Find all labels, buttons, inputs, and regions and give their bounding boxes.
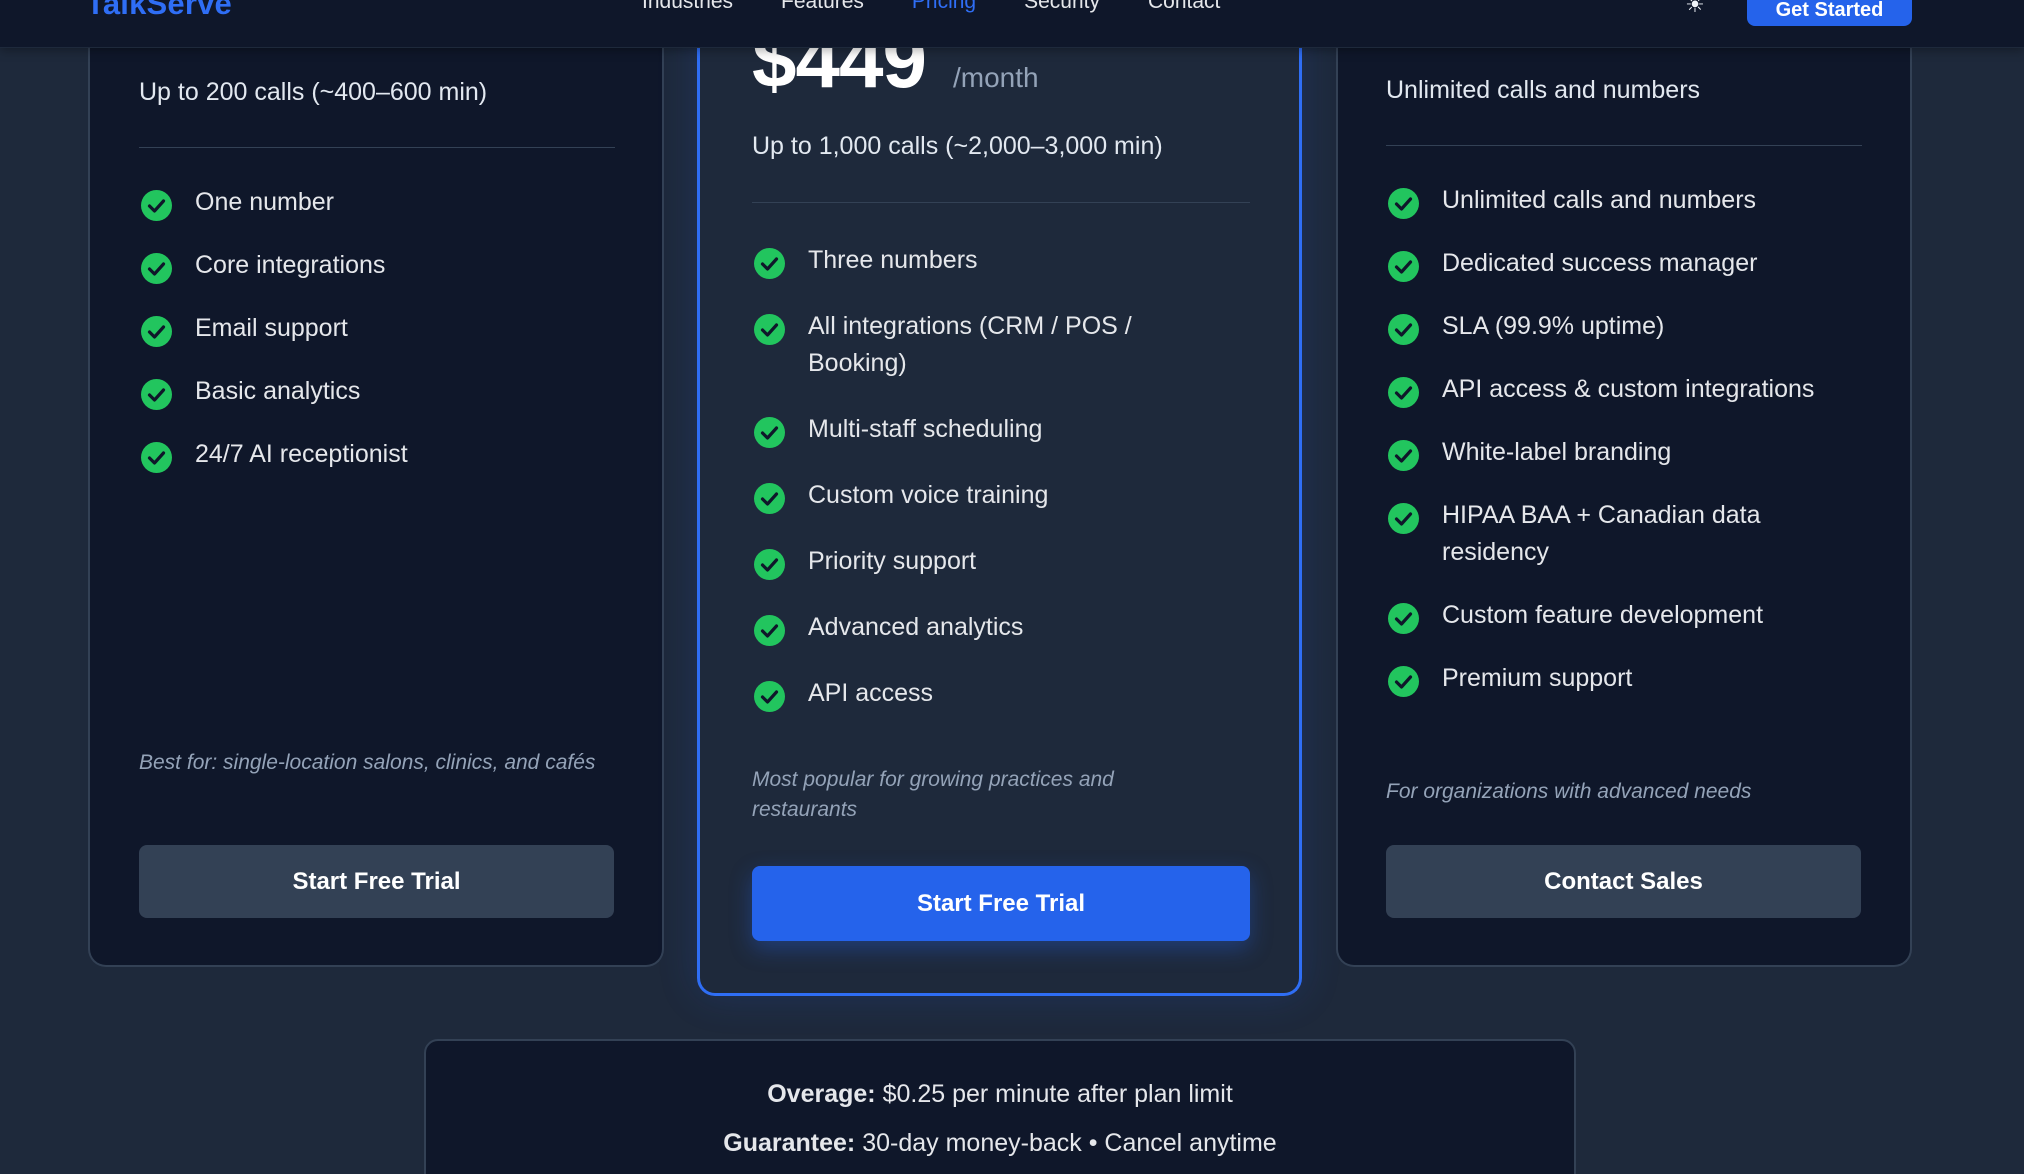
feature-item: Custom feature development: [1388, 597, 1858, 634]
best-for-note: Most popular for growing practices and r…: [752, 768, 1114, 821]
best-for-note: For organizations with advanced needs: [1386, 780, 1752, 803]
plan-card-enterprise: Unlimited calls and numbers Unlimited ca…: [1336, 0, 1912, 967]
feature-item: Unlimited calls and numbers: [1388, 182, 1858, 219]
top-navigation: TalkServe Industries Features Pricing Se…: [0, 0, 2024, 48]
sun-icon[interactable]: ☀: [1684, 0, 1706, 16]
feature-item: Premium support: [1388, 660, 1858, 697]
feature-item: SLA (99.9% uptime): [1388, 308, 1858, 345]
feature-item: 24/7 AI receptionist: [141, 436, 611, 473]
feature-item: Advanced analytics: [754, 609, 1224, 646]
check-icon: [1388, 666, 1419, 697]
feature-item: API access: [754, 675, 1224, 712]
check-icon: [754, 549, 785, 580]
check-icon: [754, 248, 785, 279]
plan-price-unit: /month: [953, 62, 1039, 93]
plan-card-starter: Up to 200 calls (~400–600 min) One numbe…: [88, 0, 664, 967]
best-for-note: Best for: single-location salons, clinic…: [139, 751, 596, 774]
guarantee-line: Guarantee: 30-day money-back • Cancel an…: [426, 1129, 1574, 1158]
check-icon: [1388, 251, 1419, 282]
start-free-trial-button[interactable]: Start Free Trial: [752, 866, 1250, 941]
guarantee-text: 30-day money-back • Cancel anytime: [862, 1129, 1277, 1157]
feature-list: Unlimited calls and numbers Dedicated su…: [1388, 182, 1858, 697]
nav-link-contact[interactable]: Contact: [1148, 0, 1220, 14]
plan-calls: Up to 200 calls (~400–600 min): [139, 78, 488, 106]
feature-list: Three numbers All integrations (CRM / PO…: [754, 242, 1224, 712]
feature-item: All integrations (CRM / POS / Booking): [754, 308, 1224, 382]
contact-sales-button[interactable]: Contact Sales: [1386, 845, 1861, 918]
check-icon: [141, 442, 172, 473]
check-icon: [1388, 440, 1419, 471]
plan-calls: Up to 1,000 calls (~2,000–3,000 min): [752, 132, 1163, 160]
check-icon: [1388, 188, 1419, 219]
pricing-info-box: Overage: $0.25 per minute after plan lim…: [424, 1039, 1576, 1174]
nav-link-pricing[interactable]: Pricing: [912, 0, 976, 14]
guarantee-label: Guarantee:: [723, 1129, 856, 1157]
feature-item: One number: [141, 184, 611, 221]
get-started-button[interactable]: Get Started: [1747, 0, 1912, 26]
check-icon: [141, 379, 172, 410]
overage-line: Overage: $0.25 per minute after plan lim…: [426, 1080, 1574, 1109]
nav-link-industries[interactable]: Industries: [642, 0, 733, 14]
feature-item: HIPAA BAA + Canadian data residency: [1388, 497, 1858, 571]
nav-links: Industries Features Pricing Security Con…: [642, 0, 1268, 14]
divider: [1386, 145, 1862, 146]
feature-item: Custom voice training: [754, 477, 1224, 514]
overage-label: Overage:: [767, 1080, 876, 1108]
feature-item: Multi-staff scheduling: [754, 411, 1224, 448]
feature-item: Three numbers: [754, 242, 1224, 279]
feature-item: White-label branding: [1388, 434, 1858, 471]
check-icon: [141, 253, 172, 284]
feature-item: Basic analytics: [141, 373, 611, 410]
check-icon: [754, 483, 785, 514]
divider: [139, 147, 615, 148]
feature-item: Email support: [141, 310, 611, 347]
feature-item: Priority support: [754, 543, 1224, 580]
feature-item: API access & custom integrations: [1388, 371, 1858, 408]
check-icon: [1388, 503, 1419, 534]
start-free-trial-button[interactable]: Start Free Trial: [139, 845, 614, 918]
check-icon: [754, 417, 785, 448]
check-icon: [1388, 314, 1419, 345]
plan-card-growth: $449 /month Up to 1,000 calls (~2,000–3,…: [697, 0, 1302, 996]
check-icon: [1388, 377, 1419, 408]
check-icon: [1388, 603, 1419, 634]
feature-list: One number Core integrations Email suppo…: [141, 184, 611, 473]
plan-calls: Unlimited calls and numbers: [1386, 76, 1701, 104]
check-icon: [754, 615, 785, 646]
feature-item: Core integrations: [141, 247, 611, 284]
check-icon: [754, 681, 785, 712]
check-icon: [754, 314, 785, 345]
pricing-page: TalkServe Industries Features Pricing Se…: [0, 0, 2024, 1174]
nav-link-features[interactable]: Features: [781, 0, 864, 14]
divider: [752, 202, 1250, 203]
brand-logo[interactable]: TalkServe: [86, 0, 232, 22]
nav-link-security[interactable]: Security: [1024, 0, 1100, 14]
feature-item: Dedicated success manager: [1388, 245, 1858, 282]
overage-text: $0.25 per minute after plan limit: [882, 1080, 1233, 1108]
check-icon: [141, 316, 172, 347]
check-icon: [141, 190, 172, 221]
